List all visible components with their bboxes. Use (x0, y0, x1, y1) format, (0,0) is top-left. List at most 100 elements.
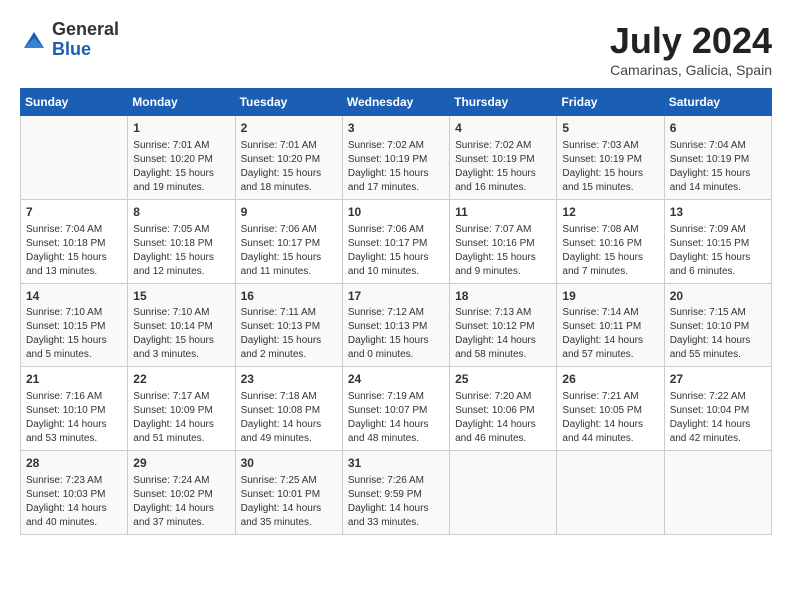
month-year-title: July 2024 (610, 20, 772, 62)
day-number: 27 (670, 371, 766, 388)
calendar-cell: 11 Sunrise: 7:07 AM Sunset: 10:16 PM Dayl… (450, 199, 557, 283)
calendar-cell: 30 Sunrise: 7:25 AM Sunset: 10:01 PM Dayl… (235, 451, 342, 535)
calendar-week-row: 14Sunrise: 7:10 AM Sunset: 10:15 PM Dayl… (21, 283, 772, 367)
day-number: 25 (455, 371, 551, 388)
calendar-cell (557, 451, 664, 535)
title-block: July 2024 Camarinas, Galicia, Spain (610, 20, 772, 78)
calendar-cell: 22 Sunrise: 7:17 AM Sunset: 10:09 PM Dayl… (128, 367, 235, 451)
day-info: Sunrise: 7:24 AM Sunset: 10:02 PM Daylig… (133, 474, 229, 530)
day-info: Sunrise: 7:07 AM Sunset: 10:16 PM Daylig… (455, 223, 551, 279)
day-number: 3 (348, 120, 444, 137)
day-number: 16 (241, 288, 337, 305)
logo: General Blue (20, 20, 119, 60)
calendar-cell: 31 Sunrise: 7:26 AM Sunset: 9:59 PM Dayli… (342, 451, 449, 535)
weekday-header-thursday: Thursday (450, 89, 557, 116)
calendar-cell: 20Sunrise: 7:15 AM Sunset: 10:10 PM Dayl… (664, 283, 771, 367)
day-info: Sunrise: 7:25 AM Sunset: 10:01 PM Daylig… (241, 474, 337, 530)
day-number: 26 (562, 371, 658, 388)
day-number: 6 (670, 120, 766, 137)
day-info: Sunrise: 7:15 AM Sunset: 10:10 PM Daylig… (670, 306, 766, 362)
day-number: 21 (26, 371, 122, 388)
day-info: Sunrise: 7:01 AM Sunset: 10:20 PM Daylig… (133, 139, 229, 195)
calendar-cell: 17Sunrise: 7:12 AM Sunset: 10:13 PM Dayl… (342, 283, 449, 367)
location-subtitle: Camarinas, Galicia, Spain (610, 62, 772, 78)
weekday-header-tuesday: Tuesday (235, 89, 342, 116)
day-info: Sunrise: 7:18 AM Sunset: 10:08 PM Daylig… (241, 390, 337, 446)
day-number: 5 (562, 120, 658, 137)
calendar-week-row: 28 Sunrise: 7:23 AM Sunset: 10:03 PM Dayl… (21, 451, 772, 535)
day-number: 24 (348, 371, 444, 388)
day-info: Sunrise: 7:01 AM Sunset: 10:20 PM Daylig… (241, 139, 337, 195)
page-header: General Blue July 2024 Camarinas, Galici… (20, 20, 772, 78)
calendar-cell: 1 Sunrise: 7:01 AM Sunset: 10:20 PM Dayli… (128, 116, 235, 200)
day-number: 17 (348, 288, 444, 305)
day-number: 1 (133, 120, 229, 137)
day-number: 13 (670, 204, 766, 221)
weekday-header-monday: Monday (128, 89, 235, 116)
day-number: 18 (455, 288, 551, 305)
calendar-cell (450, 451, 557, 535)
day-number: 23 (241, 371, 337, 388)
day-info: Sunrise: 7:23 AM Sunset: 10:03 PM Daylig… (26, 474, 122, 530)
calendar-cell: 29 Sunrise: 7:24 AM Sunset: 10:02 PM Dayl… (128, 451, 235, 535)
day-number: 11 (455, 204, 551, 221)
calendar-cell: 10Sunrise: 7:06 AM Sunset: 10:17 PM Dayl… (342, 199, 449, 283)
day-info: Sunrise: 7:13 AM Sunset: 10:12 PM Daylig… (455, 306, 551, 362)
day-info: Sunrise: 7:14 AM Sunset: 10:11 PM Daylig… (562, 306, 658, 362)
day-number: 28 (26, 455, 122, 472)
calendar-cell: 7 Sunrise: 7:04 AM Sunset: 10:18 PM Dayli… (21, 199, 128, 283)
day-number: 12 (562, 204, 658, 221)
day-number: 30 (241, 455, 337, 472)
day-number: 7 (26, 204, 122, 221)
calendar-cell (664, 451, 771, 535)
day-number: 2 (241, 120, 337, 137)
calendar-week-row: 7 Sunrise: 7:04 AM Sunset: 10:18 PM Dayli… (21, 199, 772, 283)
day-number: 4 (455, 120, 551, 137)
calendar-cell: 27 Sunrise: 7:22 AM Sunset: 10:04 PM Dayl… (664, 367, 771, 451)
calendar-week-row: 21 Sunrise: 7:16 AM Sunset: 10:10 PM Dayl… (21, 367, 772, 451)
logo-icon (20, 26, 48, 54)
calendar-cell: 16Sunrise: 7:11 AM Sunset: 10:13 PM Dayl… (235, 283, 342, 367)
calendar-cell: 25 Sunrise: 7:20 AM Sunset: 10:06 PM Dayl… (450, 367, 557, 451)
day-info: Sunrise: 7:06 AM Sunset: 10:17 PM Daylig… (241, 223, 337, 279)
weekday-header-sunday: Sunday (21, 89, 128, 116)
day-info: Sunrise: 7:02 AM Sunset: 10:19 PM Daylig… (348, 139, 444, 195)
day-info: Sunrise: 7:22 AM Sunset: 10:04 PM Daylig… (670, 390, 766, 446)
day-number: 29 (133, 455, 229, 472)
calendar-cell: 24 Sunrise: 7:19 AM Sunset: 10:07 PM Dayl… (342, 367, 449, 451)
day-info: Sunrise: 7:21 AM Sunset: 10:05 PM Daylig… (562, 390, 658, 446)
day-info: Sunrise: 7:06 AM Sunset: 10:17 PM Daylig… (348, 223, 444, 279)
calendar-cell: 2 Sunrise: 7:01 AM Sunset: 10:20 PM Dayli… (235, 116, 342, 200)
calendar-cell (21, 116, 128, 200)
day-info: Sunrise: 7:04 AM Sunset: 10:18 PM Daylig… (26, 223, 122, 279)
day-number: 14 (26, 288, 122, 305)
calendar-cell: 23 Sunrise: 7:18 AM Sunset: 10:08 PM Dayl… (235, 367, 342, 451)
day-info: Sunrise: 7:04 AM Sunset: 10:19 PM Daylig… (670, 139, 766, 195)
day-info: Sunrise: 7:19 AM Sunset: 10:07 PM Daylig… (348, 390, 444, 446)
day-info: Sunrise: 7:17 AM Sunset: 10:09 PM Daylig… (133, 390, 229, 446)
day-number: 19 (562, 288, 658, 305)
day-info: Sunrise: 7:26 AM Sunset: 9:59 PM Dayligh… (348, 474, 444, 530)
day-info: Sunrise: 7:20 AM Sunset: 10:06 PM Daylig… (455, 390, 551, 446)
day-info: Sunrise: 7:11 AM Sunset: 10:13 PM Daylig… (241, 306, 337, 362)
day-number: 20 (670, 288, 766, 305)
calendar-cell: 26 Sunrise: 7:21 AM Sunset: 10:05 PM Dayl… (557, 367, 664, 451)
calendar-week-row: 1 Sunrise: 7:01 AM Sunset: 10:20 PM Dayli… (21, 116, 772, 200)
day-info: Sunrise: 7:09 AM Sunset: 10:15 PM Daylig… (670, 223, 766, 279)
day-info: Sunrise: 7:16 AM Sunset: 10:10 PM Daylig… (26, 390, 122, 446)
calendar-cell: 28 Sunrise: 7:23 AM Sunset: 10:03 PM Dayl… (21, 451, 128, 535)
calendar-table: SundayMondayTuesdayWednesdayThursdayFrid… (20, 88, 772, 535)
calendar-cell: 18Sunrise: 7:13 AM Sunset: 10:12 PM Dayl… (450, 283, 557, 367)
logo-text: General Blue (52, 20, 119, 60)
calendar-cell: 15Sunrise: 7:10 AM Sunset: 10:14 PM Dayl… (128, 283, 235, 367)
calendar-cell: 12Sunrise: 7:08 AM Sunset: 10:16 PM Dayl… (557, 199, 664, 283)
calendar-cell: 14Sunrise: 7:10 AM Sunset: 10:15 PM Dayl… (21, 283, 128, 367)
calendar-header-row: SundayMondayTuesdayWednesdayThursdayFrid… (21, 89, 772, 116)
day-number: 22 (133, 371, 229, 388)
calendar-cell: 8Sunrise: 7:05 AM Sunset: 10:18 PM Dayli… (128, 199, 235, 283)
day-info: Sunrise: 7:10 AM Sunset: 10:15 PM Daylig… (26, 306, 122, 362)
day-number: 31 (348, 455, 444, 472)
weekday-header-saturday: Saturday (664, 89, 771, 116)
calendar-cell: 5Sunrise: 7:03 AM Sunset: 10:19 PM Dayli… (557, 116, 664, 200)
day-info: Sunrise: 7:12 AM Sunset: 10:13 PM Daylig… (348, 306, 444, 362)
